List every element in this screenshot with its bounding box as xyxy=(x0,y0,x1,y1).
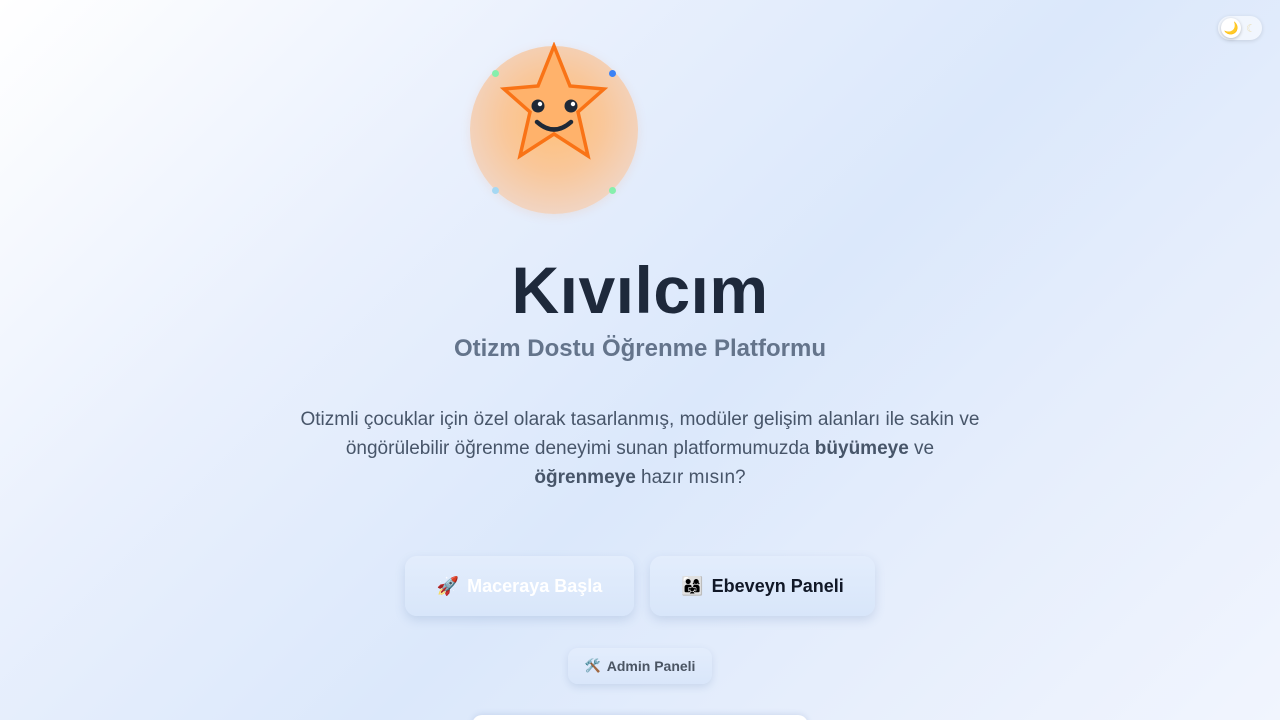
sun-icon: 🌙 xyxy=(1221,18,1241,38)
description-text: ve xyxy=(908,438,935,459)
tools-icon: 🛠️ xyxy=(584,658,601,673)
bottom-card xyxy=(472,715,808,720)
sparkle-dot xyxy=(609,70,616,77)
moon-icon: ☾ xyxy=(1246,22,1256,35)
parent-panel-button[interactable]: 👨‍👩‍👧 Ebeveyn Paneli xyxy=(650,556,875,616)
description-text: hazır mısın? xyxy=(635,467,746,488)
sparkle-dot xyxy=(609,187,616,194)
description: Otizmli çocuklar için özel olarak tasarl… xyxy=(300,405,980,492)
description-emphasis: büyümeye xyxy=(814,438,909,459)
admin-panel-button[interactable]: 🛠️ Admin Paneli xyxy=(568,648,712,684)
parent-panel-label: Ebeveyn Paneli xyxy=(711,575,844,596)
description-emphasis: öğrenmeye xyxy=(534,467,636,488)
theme-toggle[interactable]: 🌙 ☾ xyxy=(1218,16,1262,40)
star-mascot xyxy=(470,42,638,214)
family-icon: 👨‍👩‍👧 xyxy=(681,575,704,596)
start-adventure-button[interactable]: 🚀 Maceraya Başla xyxy=(405,556,634,616)
smiling-star-icon xyxy=(499,42,609,160)
page-title: Kıvılcım xyxy=(511,253,769,327)
sparkle-dot xyxy=(492,187,499,194)
page-subtitle: Otizm Dostu Öğrenme Platformu xyxy=(453,335,827,362)
rocket-icon: 🚀 xyxy=(436,575,460,596)
admin-panel-label: Admin Paneli xyxy=(606,658,696,674)
start-adventure-label: Maceraya Başla xyxy=(467,575,603,596)
sparkle-dot xyxy=(492,70,499,77)
